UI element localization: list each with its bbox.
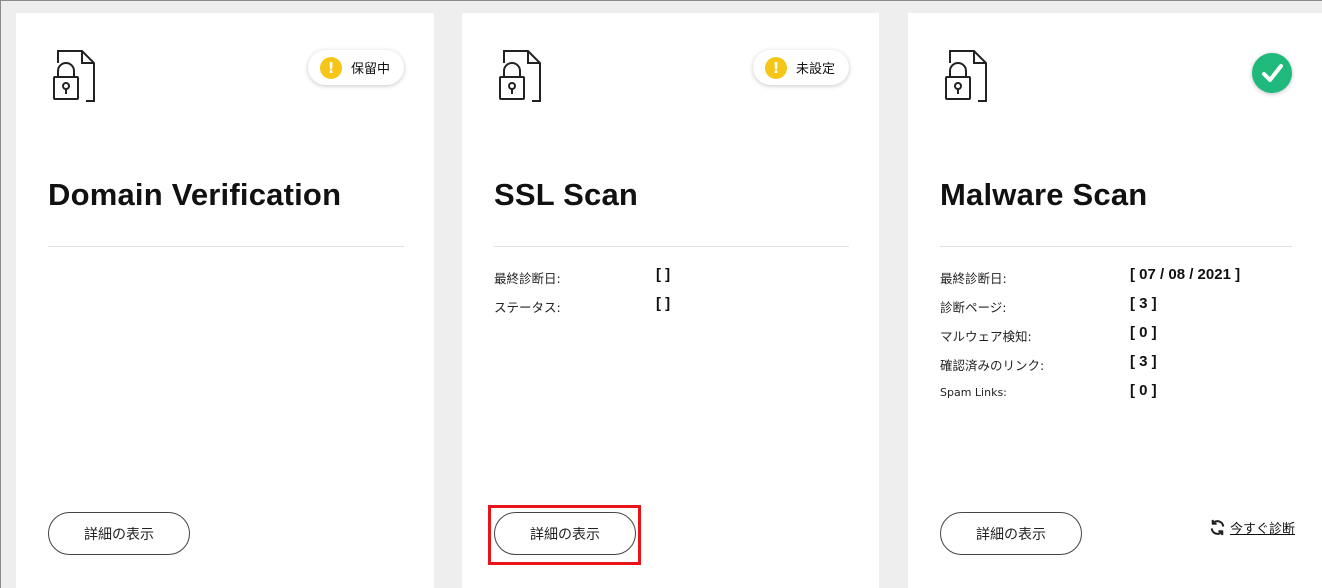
divider xyxy=(494,246,849,247)
file-lock-icon xyxy=(499,50,541,102)
status-label: 保留中 xyxy=(350,62,390,77)
divider xyxy=(48,246,404,247)
info-label: 診断ページ: xyxy=(940,300,1007,315)
card-title: SSL Scan xyxy=(494,177,639,212)
info-value: [ ] xyxy=(656,266,671,283)
divider xyxy=(940,246,1292,247)
scan-info-list: 最終診断日: [ 07 / 08 / 2021 ] 診断ページ: [ 3 ] マ… xyxy=(940,264,1280,409)
exclamation-icon: ! xyxy=(764,56,787,79)
info-row: Spam Links: [ 0 ] xyxy=(940,380,1280,409)
card-title: Domain Verification xyxy=(48,177,342,212)
highlight-box xyxy=(488,505,641,565)
scan-now-label: 今すぐ診断 xyxy=(1229,522,1295,537)
view-details-button[interactable]: 詳細の表示 xyxy=(940,512,1082,555)
domain-verification-card: ! 保留中 Domain Verification 詳細の表示 xyxy=(16,13,434,588)
info-row: 診断ページ: [ 3 ] xyxy=(940,293,1280,322)
info-value: [ 07 / 08 / 2021 ] xyxy=(1130,266,1241,283)
info-label: マルウェア検知: xyxy=(940,329,1032,344)
check-icon xyxy=(1252,53,1292,93)
info-label: 確認済みのリンク: xyxy=(940,358,1045,373)
status-label: 未設定 xyxy=(795,62,835,77)
status-badge: ! 保留中 xyxy=(307,50,404,85)
scan-now-link[interactable]: 今すぐ診断 xyxy=(1208,518,1295,537)
info-value: [ 3 ] xyxy=(1130,295,1157,312)
card-title: Malware Scan xyxy=(940,177,1148,212)
info-row: マルウェア検知: [ 0 ] xyxy=(940,322,1280,351)
status-badge: ! 未設定 xyxy=(752,50,849,85)
info-label: ステータス: xyxy=(494,300,561,315)
info-value: [ 3 ] xyxy=(1130,353,1157,370)
info-row: ステータス: [ ] xyxy=(494,293,834,322)
info-label: Spam Links: xyxy=(940,386,1007,399)
ssl-scan-card: ! 未設定 SSL Scan 最終診断日: [ ] ステータス: [ ] 詳細の… xyxy=(462,13,879,588)
info-value: [ ] xyxy=(656,295,671,312)
info-label: 最終診断日: xyxy=(494,271,561,286)
info-row: 最終診断日: [ ] xyxy=(494,264,834,293)
info-value: [ 0 ] xyxy=(1130,324,1157,341)
info-row: 確認済みのリンク: [ 3 ] xyxy=(940,351,1280,380)
refresh-icon xyxy=(1210,519,1225,536)
exclamation-icon: ! xyxy=(319,56,342,79)
info-label: 最終診断日: xyxy=(940,271,1007,286)
file-lock-icon xyxy=(945,50,987,102)
view-details-button[interactable]: 詳細の表示 xyxy=(48,512,190,555)
malware-scan-card: Malware Scan 最終診断日: [ 07 / 08 / 2021 ] 診… xyxy=(908,13,1322,588)
file-lock-icon xyxy=(53,50,95,102)
info-value: [ 0 ] xyxy=(1130,382,1157,399)
scan-info-list: 最終診断日: [ ] ステータス: [ ] xyxy=(494,264,834,322)
info-row: 最終診断日: [ 07 / 08 / 2021 ] xyxy=(940,264,1280,293)
